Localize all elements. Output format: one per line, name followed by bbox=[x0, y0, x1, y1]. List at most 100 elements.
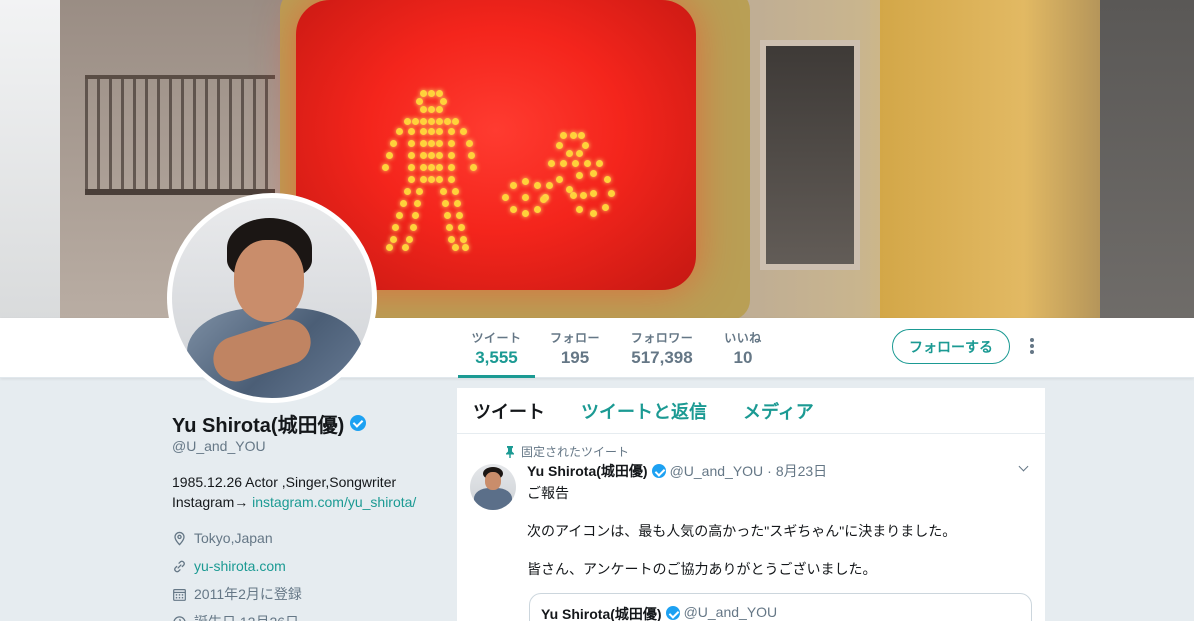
tweet-date[interactable]: 8月23日 bbox=[776, 461, 827, 481]
led-dot bbox=[428, 118, 435, 125]
led-dot bbox=[436, 90, 443, 97]
birthday-row: 誕生日 12月26日 bbox=[172, 608, 442, 621]
led-dot bbox=[448, 152, 455, 159]
led-dot bbox=[436, 152, 443, 159]
led-dot bbox=[582, 142, 589, 149]
led-dot bbox=[436, 140, 443, 147]
banner-right-housing bbox=[880, 0, 1120, 318]
led-dot bbox=[420, 106, 427, 113]
led-dot bbox=[456, 212, 463, 219]
location-icon bbox=[172, 531, 187, 546]
led-dot bbox=[390, 140, 397, 147]
profile-avatar[interactable] bbox=[167, 193, 377, 403]
profile-card: Yu Shirota(城田優) @U_and_YOU 1985.12.26 Ac… bbox=[172, 408, 442, 621]
bio-instagram-line: Instagram→ instagram.com/yu_shirota/ bbox=[172, 492, 442, 512]
led-dot bbox=[448, 176, 455, 183]
timeline-tabs: ツイート ツイートと返信 メディア bbox=[457, 388, 1045, 434]
led-dot bbox=[410, 224, 417, 231]
tweet-header: Yu Shirota(城田優) @U_and_YOU · 8月23日 bbox=[527, 461, 827, 481]
stat-following[interactable]: フォロー 195 bbox=[545, 318, 605, 378]
led-dot bbox=[396, 212, 403, 219]
led-dot bbox=[396, 128, 403, 135]
quoted-tweet[interactable]: Yu Shirota(城田優) @U_and_YOU bbox=[529, 593, 1032, 621]
tweet-author-handle[interactable]: @U_and_YOU bbox=[670, 463, 764, 479]
led-dot bbox=[452, 244, 459, 251]
led-dot bbox=[408, 140, 415, 147]
led-dot bbox=[584, 160, 591, 167]
profile-meta: Tokyo,Japan yu-shirota.com 2011年2月に登録 誕生… bbox=[172, 524, 442, 621]
led-dot bbox=[596, 160, 603, 167]
birthday-text: 誕生日 12月26日 bbox=[194, 612, 299, 621]
more-options-icon[interactable] bbox=[1026, 338, 1038, 358]
stat-followers-label: フォロワー bbox=[630, 331, 694, 345]
stat-followers[interactable]: フォロワー 517,398 bbox=[624, 318, 700, 378]
joined-row: 2011年2月に登録 bbox=[172, 580, 442, 608]
banner-balcony bbox=[85, 75, 275, 195]
led-dot bbox=[462, 244, 469, 251]
led-dot bbox=[602, 204, 609, 211]
led-dot bbox=[590, 210, 597, 217]
led-dot bbox=[466, 140, 473, 147]
led-dot bbox=[572, 160, 579, 167]
follow-button[interactable]: フォローする bbox=[892, 329, 1010, 364]
calendar-icon bbox=[172, 587, 187, 602]
led-dot bbox=[522, 178, 529, 185]
led-dot bbox=[522, 210, 529, 217]
led-dot bbox=[446, 224, 453, 231]
led-dot bbox=[420, 118, 427, 125]
tweet-line: 次のアイコンは、最も人気の高かった"スギちゃん"に決まりました。 bbox=[527, 523, 957, 539]
tweet-separator: · bbox=[767, 463, 772, 479]
tweet-line: ご報告 bbox=[527, 485, 569, 501]
profile-handle[interactable]: @U_and_YOU bbox=[172, 438, 442, 454]
tweet-avatar[interactable] bbox=[470, 464, 516, 510]
led-dot bbox=[578, 132, 585, 139]
led-dot bbox=[448, 128, 455, 135]
led-dot bbox=[440, 98, 447, 105]
led-dot bbox=[566, 186, 573, 193]
led-dot bbox=[470, 164, 477, 171]
stat-likes[interactable]: いいね 10 bbox=[718, 318, 768, 378]
stat-tweets-label: ツイート bbox=[471, 331, 522, 345]
led-dot bbox=[440, 188, 447, 195]
led-dot bbox=[540, 196, 547, 203]
chevron-down-icon[interactable] bbox=[1019, 463, 1029, 473]
led-dot bbox=[416, 188, 423, 195]
led-dot bbox=[428, 164, 435, 171]
led-dot bbox=[404, 118, 411, 125]
stat-tweets[interactable]: ツイート 3,555 bbox=[458, 318, 535, 378]
tab-tweets[interactable]: ツイート bbox=[473, 398, 545, 424]
banner-right-building bbox=[1100, 0, 1194, 318]
led-dot bbox=[436, 106, 443, 113]
instagram-link[interactable]: instagram.com/yu_shirota/ bbox=[252, 494, 416, 510]
led-dot bbox=[420, 164, 427, 171]
led-dot bbox=[560, 160, 567, 167]
led-dot bbox=[590, 170, 597, 177]
avatar-image bbox=[172, 198, 372, 398]
led-dot bbox=[412, 212, 419, 219]
led-dot bbox=[510, 182, 517, 189]
led-dot bbox=[428, 152, 435, 159]
link-icon bbox=[172, 559, 187, 574]
led-dot bbox=[468, 152, 475, 159]
led-dot bbox=[448, 164, 455, 171]
led-dot bbox=[428, 128, 435, 135]
led-dot bbox=[460, 236, 467, 243]
banner-window bbox=[760, 40, 860, 270]
led-dot bbox=[404, 188, 411, 195]
location-text: Tokyo,Japan bbox=[194, 530, 273, 546]
led-dot bbox=[548, 160, 555, 167]
birthday-icon bbox=[172, 615, 187, 621]
profile-name-row: Yu Shirota(城田優) bbox=[172, 408, 442, 438]
led-dot bbox=[414, 200, 421, 207]
pinned-label: 固定されたツイート bbox=[521, 445, 630, 459]
led-dot bbox=[390, 236, 397, 243]
tab-tweets-and-replies[interactable]: ツイートと返信 bbox=[581, 398, 707, 424]
led-dot bbox=[510, 206, 517, 213]
profile-name[interactable]: Yu Shirota(城田優) bbox=[172, 409, 344, 438]
tweet-author-name[interactable]: Yu Shirota(城田優) bbox=[527, 461, 648, 481]
tab-media[interactable]: メディア bbox=[743, 398, 814, 424]
led-dot bbox=[458, 224, 465, 231]
led-dot bbox=[576, 150, 583, 157]
website-link[interactable]: yu-shirota.com bbox=[194, 558, 286, 574]
verified-badge-icon bbox=[350, 415, 367, 431]
